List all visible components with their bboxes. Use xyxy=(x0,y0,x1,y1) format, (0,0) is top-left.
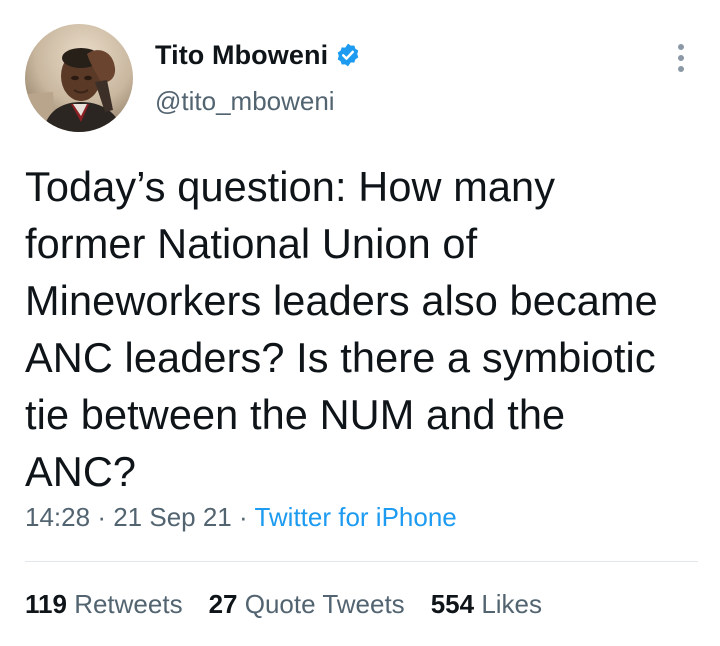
tweet-text: Today’s question: How many former Nation… xyxy=(25,163,658,495)
meta-separator: · xyxy=(239,502,248,532)
retweets-label: Retweets xyxy=(74,589,183,619)
tweet-time[interactable]: 14:28 xyxy=(25,502,90,532)
likes-label: Likes xyxy=(481,589,543,619)
tweet-metadata: 14:28 · 21 Sep 21 · Twitter for iPhone xyxy=(25,502,457,533)
quote-tweets-count: 27 xyxy=(208,589,238,619)
verified-badge-icon xyxy=(335,42,361,68)
retweets-stat[interactable]: 119 Retweets xyxy=(25,589,183,620)
likes-count: 554 xyxy=(430,589,475,619)
likes-stat[interactable]: 554 Likes xyxy=(431,589,542,620)
profile-photo xyxy=(25,24,133,132)
tweet-source-link[interactable]: Twitter for iPhone xyxy=(254,502,456,532)
tweet-date[interactable]: 21 Sep 21 xyxy=(113,502,232,532)
divider xyxy=(25,561,698,562)
meta-separator: · xyxy=(97,502,106,532)
quote-tweets-label: Quote Tweets xyxy=(244,589,405,619)
author-display-name[interactable]: Tito Mboweni xyxy=(155,40,328,71)
quote-tweets-stat[interactable]: 27 Quote Tweets xyxy=(209,589,405,620)
more-options-icon[interactable] xyxy=(664,36,698,80)
tweet-stats: 119 Retweets 27 Quote Tweets 554 Likes xyxy=(25,589,542,620)
retweets-count: 119 xyxy=(25,589,67,619)
avatar[interactable] xyxy=(25,24,133,132)
author-name-row: Tito Mboweni xyxy=(155,38,361,72)
author-handle[interactable]: @tito_mboweni xyxy=(155,86,335,117)
tweet-card: Tito Mboweni @tito_mboweni Today’s quest… xyxy=(0,0,720,646)
